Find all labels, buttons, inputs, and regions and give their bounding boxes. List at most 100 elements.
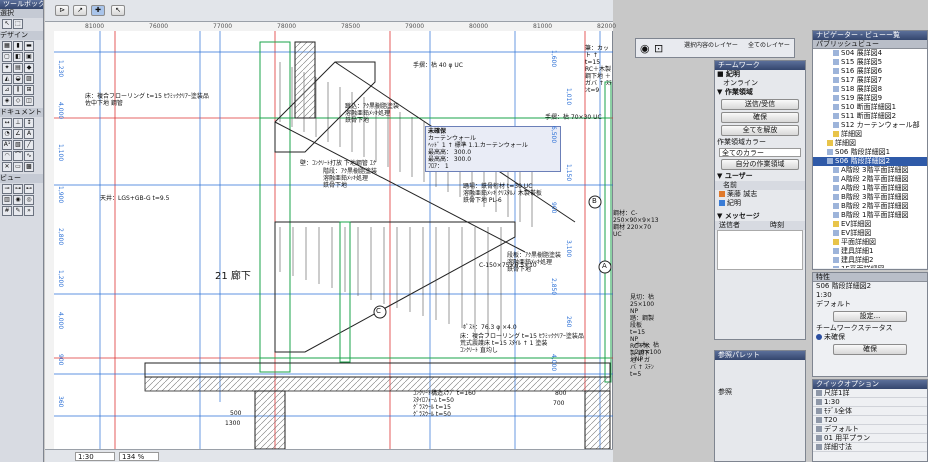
snap-icon[interactable]: ↗ — [73, 5, 87, 16]
quick-option-row[interactable]: ﾓﾃﾞﾙ全体 — [813, 407, 927, 416]
worksheet-tool-icon[interactable]: ▥ — [2, 195, 12, 205]
slab-tool-icon[interactable]: ◆ — [24, 63, 34, 73]
user-row[interactable]: 紀明 — [715, 199, 805, 208]
column-tool-icon[interactable]: ▮ — [13, 41, 23, 51]
view-tree-item[interactable]: S11 断面詳細図2 — [813, 112, 927, 121]
stair-tool-icon[interactable]: ⊿ — [2, 85, 12, 95]
quick-option-row[interactable]: 1:30 — [813, 398, 927, 407]
railing-tool-icon[interactable]: ⫼ — [13, 85, 23, 95]
elevation-dim-tool-icon[interactable]: ↕ — [24, 118, 34, 128]
quick-option-row[interactable]: 詳細寸法 — [813, 443, 927, 452]
fill-tool-icon[interactable]: ▧ — [13, 140, 23, 150]
door-tool-icon[interactable]: ◧ — [13, 52, 23, 62]
figure-tool-icon[interactable]: ▩ — [24, 162, 34, 172]
marquee-tool-icon[interactable]: ⬚ — [13, 19, 23, 29]
view-tree-item[interactable]: 1F平面詳細図 — [813, 265, 927, 268]
view-tree-item[interactable]: EV詳細図 — [813, 220, 927, 229]
props-reserve-button[interactable]: 確保 — [833, 344, 907, 355]
elevation-tool-icon[interactable]: ⊶ — [13, 184, 23, 194]
user-row[interactable]: 薬藤 誠志 — [715, 190, 805, 199]
view-tree-item[interactable]: S06 階段詳細図2 — [813, 157, 927, 166]
drawing-tool-icon[interactable]: ▭ — [13, 162, 23, 172]
view-tree-item[interactable]: S12 カーテンウォール部 — [813, 121, 927, 130]
quick-option-row[interactable]: 尺詳1詳 — [813, 389, 927, 398]
shell-tool-icon[interactable]: ◒ — [13, 74, 23, 84]
view-tree-item[interactable]: S15 展詳図5 — [813, 58, 927, 67]
quick-option-row[interactable]: デフォルト — [813, 425, 927, 434]
view-tree-item[interactable]: 詳細図 — [813, 130, 927, 139]
view-tree-item[interactable]: A階段 2階平面詳細図 — [813, 175, 927, 184]
view-tree[interactable]: S04 展詳図4 S15 展詳図5 S16 展詳図6 S17 展詳図7 S18 展詳図8… — [813, 49, 927, 268]
interior-elevation-tool-icon[interactable]: ⊷ — [24, 184, 34, 194]
wall-tool-icon[interactable]: ▦ — [2, 41, 12, 51]
view-tree-item[interactable]: 平面詳細図 — [813, 238, 927, 247]
corner-window-tool-icon[interactable]: ◫ — [24, 96, 34, 106]
publisher-header[interactable]: パブリッシュビュー — [813, 40, 927, 49]
spline-tool-icon[interactable]: ∿ — [24, 151, 34, 161]
window-tool-icon[interactable]: ▢ — [2, 52, 12, 62]
reserve-button[interactable]: 確保 — [721, 112, 799, 123]
arrow-tool-icon[interactable]: ↖ — [2, 19, 12, 29]
section-drawing[interactable] — [45, 22, 613, 449]
view-tree-item[interactable]: 建具詳細2 — [813, 256, 927, 265]
quick-option-row[interactable]: 01 用平プラン — [813, 434, 927, 443]
text-tool-icon[interactable]: A — [24, 129, 34, 139]
label-tool-icon[interactable]: A¹ — [2, 140, 12, 150]
drawing-window[interactable]: ⊳ ↗ ✚ ↖ 床：複合フローリング t=15 ｾﾗﾐｯｸｸﾘｱｰ塗装品 佐中下… — [45, 0, 661, 462]
zone-tool-icon[interactable]: ▤ — [13, 63, 23, 73]
beam-tool-icon[interactable]: ▬ — [24, 41, 34, 51]
lock-icon[interactable]: ⊡ — [654, 42, 663, 55]
grid-tool-icon[interactable]: # — [2, 206, 12, 216]
lamp-tool-icon[interactable]: ✦ — [2, 63, 12, 73]
hotspot-tool-icon[interactable]: ✕ — [2, 162, 12, 172]
view-tree-item[interactable]: A階段 1階平面詳細図 — [813, 184, 927, 193]
color-dropdown[interactable]: 全てのカラー — [719, 148, 801, 157]
left-dim-label: 2,800 — [57, 228, 64, 246]
dimension-tool-icon[interactable]: ↔ — [2, 118, 12, 128]
arc-tool-icon[interactable]: ◠ — [2, 151, 12, 161]
angle-dim-tool-icon[interactable]: ∠ — [13, 129, 23, 139]
mesh-tool-icon[interactable]: ▨ — [24, 74, 34, 84]
view-tree-item[interactable]: S10 断面詳細図1 — [813, 103, 927, 112]
view-tree-item[interactable]: S19 展詳図9 — [813, 94, 927, 103]
marker-a-label: A — [602, 262, 607, 270]
guide-icon[interactable]: ✚ — [91, 5, 105, 16]
line-tool-icon[interactable]: ╱ — [24, 140, 34, 150]
view-tree-item[interactable]: B階段 2階平面詳細図 — [813, 202, 927, 211]
level-dim-tool-icon[interactable]: ⊥ — [13, 118, 23, 128]
view-tree-item[interactable]: S17 展詳図7 — [813, 76, 927, 85]
detail-tool-icon[interactable]: ◉ — [13, 195, 23, 205]
settings-button[interactable]: 設定... — [833, 311, 907, 322]
pointer-icon[interactable]: ⊳ — [55, 5, 69, 16]
scale-field[interactable]: 1:30 — [75, 452, 115, 461]
cursor-icon[interactable]: ↖ — [111, 5, 125, 16]
view-tree-item[interactable]: 詳細図 — [813, 139, 927, 148]
view-tree-item[interactable]: 建具詳細1 — [813, 247, 927, 256]
object-tool-icon[interactable]: ▣ — [24, 52, 34, 62]
send-receive-button[interactable]: 送信/受信 — [721, 99, 799, 110]
view-tree-item[interactable]: A階段 3階平面詳細図 — [813, 166, 927, 175]
view-tree-item[interactable]: EV詳細図 — [813, 229, 927, 238]
view-tree-item[interactable]: S04 展詳図4 — [813, 49, 927, 58]
zoom-field[interactable]: 134 % — [119, 452, 159, 461]
view-tree-item[interactable]: S16 展詳図6 — [813, 67, 927, 76]
camera-tool-icon[interactable]: ◎ — [24, 195, 34, 205]
morph-tool-icon[interactable]: ◈ — [2, 96, 12, 106]
view-tree-item[interactable]: B階段 3階平面詳細図 — [813, 193, 927, 202]
roof-tool-icon[interactable]: ◭ — [2, 74, 12, 84]
change-tool-icon[interactable]: ✎ — [13, 206, 23, 216]
curtain-wall-tool-icon[interactable]: ⊞ — [24, 85, 34, 95]
radial-dim-tool-icon[interactable]: ◔ — [2, 129, 12, 139]
release-all-button[interactable]: 全てを解放 — [721, 125, 799, 136]
skylight-tool-icon[interactable]: ◇ — [13, 96, 23, 106]
quick-option-row[interactable]: T20 — [813, 416, 927, 425]
msg-list[interactable] — [717, 230, 803, 270]
more-tools-icon[interactable]: » — [24, 206, 34, 216]
polyline-tool-icon[interactable]: ⌒ — [13, 151, 23, 161]
eye-icon[interactable]: ◉ — [640, 42, 650, 55]
own-area-button[interactable]: 自分の作業領域 — [721, 159, 799, 170]
section-tool-icon[interactable]: ⊸ — [2, 184, 12, 194]
view-tree-item[interactable]: S18 展詳図8 — [813, 85, 927, 94]
view-tree-item[interactable]: S06 階段詳細図1 — [813, 148, 927, 157]
view-tree-item[interactable]: B階段 1階平面詳細図 — [813, 211, 927, 220]
